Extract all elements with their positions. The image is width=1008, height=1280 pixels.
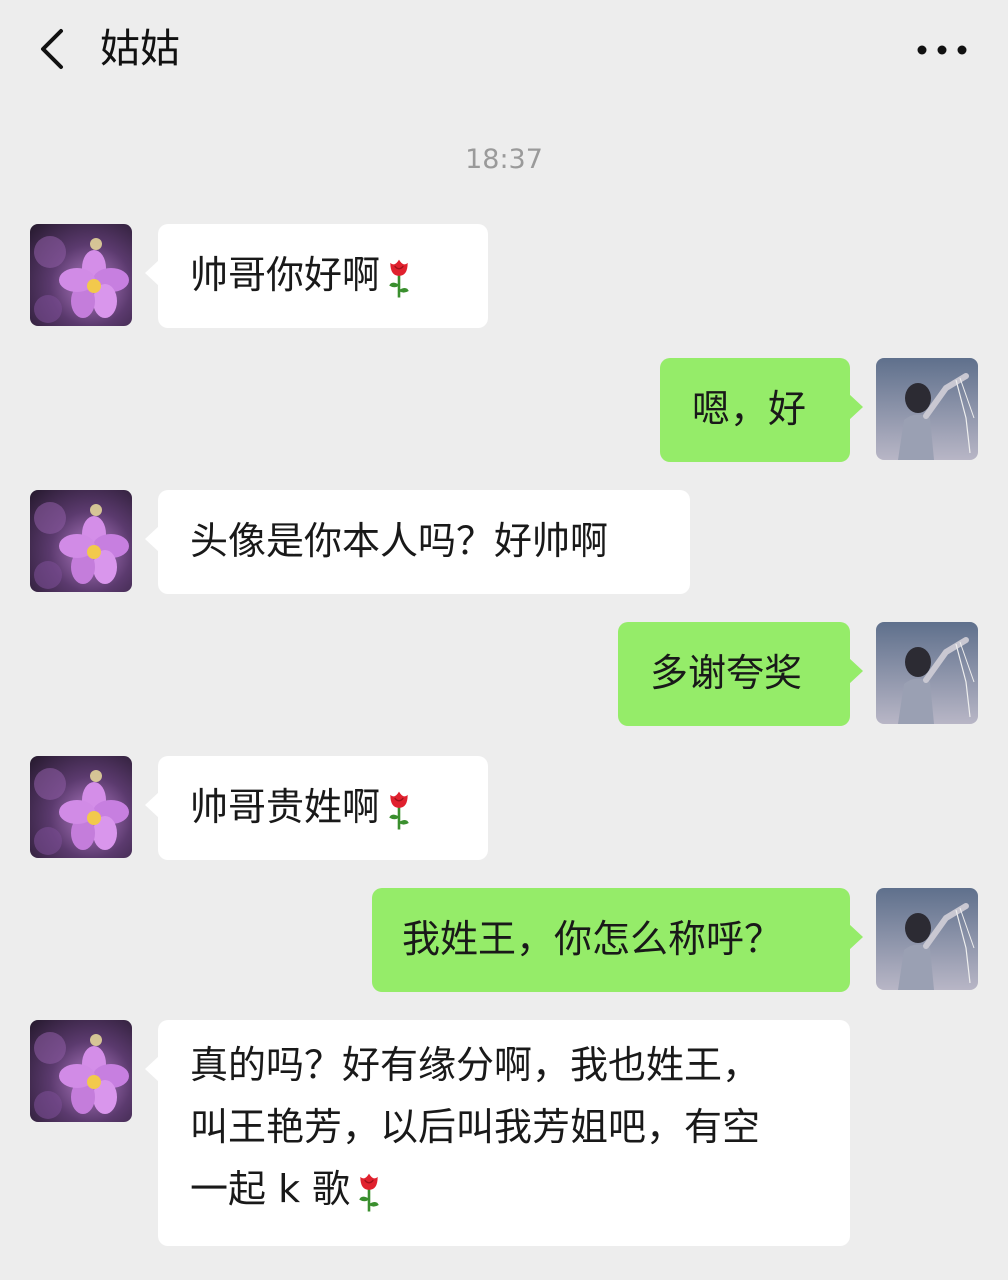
man-avatar-image	[876, 888, 978, 990]
message-text: 帅哥你好啊	[190, 253, 381, 297]
message-line-row: 一起 k 歌	[190, 1158, 818, 1220]
chat-title: 姑姑	[100, 26, 180, 72]
my-avatar[interactable]	[876, 358, 978, 460]
message-text: 帅哥贵姓啊	[190, 785, 381, 829]
rose-icon	[386, 788, 412, 832]
bubble-tail	[145, 1056, 159, 1082]
flower-avatar-image	[30, 224, 132, 326]
rose-icon	[356, 1170, 382, 1214]
bubble-tail	[145, 526, 159, 552]
message-line: 真的吗？好有缘分啊，我也姓王，	[190, 1043, 761, 1087]
chevron-left-icon	[41, 29, 63, 69]
message-line: 一起 k 歌	[190, 1167, 351, 1211]
message-text: 嗯，好	[692, 387, 807, 431]
incoming-message[interactable]: 头像是你本人吗？好帅啊	[145, 490, 690, 594]
more-button[interactable]	[912, 28, 972, 72]
bubble-tail	[849, 924, 863, 950]
outgoing-message[interactable]: 嗯，好	[660, 358, 863, 462]
my-avatar[interactable]	[876, 888, 978, 990]
more-dots-icon	[917, 45, 967, 55]
back-button[interactable]	[28, 20, 76, 78]
bubble-tail	[849, 394, 863, 420]
flower-avatar-image	[30, 490, 132, 592]
message-line: 叫王艳芳，以后叫我芳姐吧，有空	[190, 1105, 761, 1149]
message-text: 多谢夸奖	[650, 651, 803, 695]
incoming-message[interactable]: 真的吗？好有缘分啊，我也姓王， 叫王艳芳，以后叫我芳姐吧，有空 一起 k 歌	[145, 1020, 850, 1246]
flower-avatar-image	[30, 1020, 132, 1122]
my-avatar[interactable]	[876, 622, 978, 724]
incoming-message[interactable]: 帅哥你好啊	[145, 224, 488, 328]
incoming-message[interactable]: 帅哥贵姓啊	[145, 756, 488, 860]
bubble-tail	[849, 658, 863, 684]
message-text: 我姓王，你怎么称呼？	[402, 917, 783, 961]
contact-avatar[interactable]	[30, 756, 132, 858]
man-avatar-image	[876, 358, 978, 460]
contact-avatar[interactable]	[30, 490, 132, 592]
bubble-tail	[145, 792, 159, 818]
message-timestamp: 18:37	[465, 144, 543, 175]
man-avatar-image	[876, 622, 978, 724]
bubble-tail	[145, 260, 159, 286]
rose-icon	[386, 256, 412, 300]
message-text: 头像是你本人吗？好帅啊	[190, 519, 609, 563]
outgoing-message[interactable]: 我姓王，你怎么称呼？	[372, 888, 863, 992]
flower-avatar-image	[30, 756, 132, 858]
contact-avatar[interactable]	[30, 1020, 132, 1122]
contact-avatar[interactable]	[30, 224, 132, 326]
outgoing-message[interactable]: 多谢夸奖	[618, 622, 863, 726]
chat-header: 姑姑	[0, 0, 1008, 100]
